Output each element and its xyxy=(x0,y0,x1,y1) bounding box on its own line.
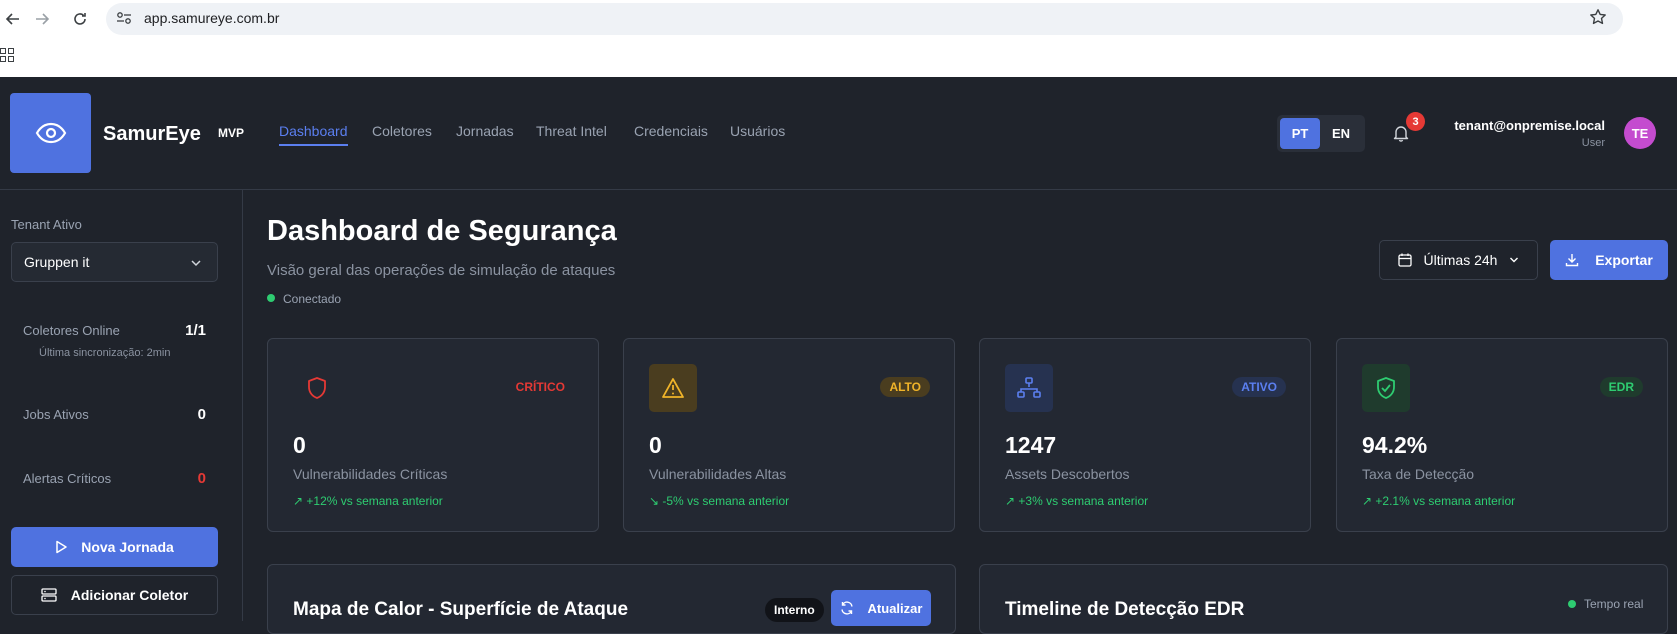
network-icon xyxy=(1005,364,1053,412)
stat-card-critical[interactable]: CRÍTICO 0 Vulnerabilidades Críticas ↗ +1… xyxy=(267,338,599,532)
trend-down-icon: ↘ xyxy=(649,494,663,508)
tenant-value[interactable]: Gruppen it xyxy=(24,254,89,270)
notification-count-badge: 3 xyxy=(1406,112,1425,131)
card-label: Vulnerabilidades Críticas xyxy=(293,466,448,482)
trend-up-icon: ↗ xyxy=(293,494,307,508)
collectors-online-value: 1/1 xyxy=(185,322,206,339)
stat-card-edr[interactable]: EDR 94.2% Taxa de Detecção ↗ +2.1% vs se… xyxy=(1336,338,1668,532)
lang-en-button[interactable]: EN xyxy=(1320,118,1362,149)
back-icon[interactable] xyxy=(0,6,26,32)
browser-toolbar: app.samureye.com.br xyxy=(0,0,1677,38)
nav-usuarios[interactable]: Usuários xyxy=(730,123,785,139)
reload-icon[interactable] xyxy=(67,6,93,32)
status-badge: EDR xyxy=(1599,377,1643,397)
apps-grid-icon[interactable] xyxy=(0,48,14,62)
trend-up-icon: ↗ xyxy=(1005,494,1019,508)
heatmap-title: Mapa de Calor - Superfície de Ataque xyxy=(293,599,629,620)
card-value: 1247 xyxy=(1005,432,1057,458)
warning-icon xyxy=(649,364,697,412)
tenant-label: Tenant Ativo xyxy=(11,217,82,232)
critical-alerts-label: Alertas Críticos xyxy=(23,471,112,486)
card-label: Assets Descobertos xyxy=(1005,466,1130,482)
realtime-status-text: Tempo real xyxy=(1584,597,1644,611)
bookmark-star-icon[interactable] xyxy=(1588,8,1608,28)
trend-up-icon: ↗ xyxy=(1362,494,1376,508)
time-range-label: Últimas 24h xyxy=(1423,252,1498,268)
nav-threat-intel[interactable]: Threat Intel xyxy=(536,123,607,139)
eye-icon xyxy=(35,122,66,144)
forward-icon[interactable] xyxy=(29,6,55,32)
user-email[interactable]: tenant@onpremise.local xyxy=(1449,118,1605,133)
app-header xyxy=(0,77,1677,190)
stat-card-assets[interactable]: ATIVO 1247 Assets Descobertos ↗ +3% vs s… xyxy=(979,338,1311,532)
severity-badge: ALTO xyxy=(880,377,930,397)
last-sync-text: Última sincronização: 2min xyxy=(39,347,171,359)
critical-alerts-value: 0 xyxy=(197,470,206,487)
card-trend: ↗ +3% vs semana anterior xyxy=(1005,494,1149,508)
brand-name: SamurEye xyxy=(103,123,201,145)
nav-credenciais[interactable]: Credenciais xyxy=(634,123,708,139)
card-label: Vulnerabilidades Altas xyxy=(649,466,787,482)
card-value: 0 xyxy=(293,432,306,458)
export-label: Exportar xyxy=(1595,252,1653,268)
mvp-badge: MVP xyxy=(218,126,245,140)
nav-dashboard[interactable]: Dashboard xyxy=(279,123,348,139)
avatar[interactable]: TE xyxy=(1624,117,1656,149)
realtime-status-dot xyxy=(1568,600,1576,608)
export-button[interactable]: Exportar xyxy=(1550,240,1668,280)
card-trend: ↗ +12% vs semana anterior xyxy=(293,494,443,508)
card-value: 94.2% xyxy=(1362,432,1428,458)
server-icon xyxy=(41,588,57,602)
card-trend: ↘ -5% vs semana anterior xyxy=(649,494,790,508)
url-text[interactable]: app.samureye.com.br xyxy=(144,10,279,26)
active-jobs-label: Jobs Ativos xyxy=(23,407,89,422)
connection-status-text: Conectado xyxy=(283,292,342,306)
scope-tag[interactable]: Interno xyxy=(765,598,824,622)
card-label: Taxa de Detecção xyxy=(1362,466,1475,482)
stat-card-high[interactable]: ALTO 0 Vulnerabilidades Altas ↘ -5% vs s… xyxy=(623,338,955,532)
add-collector-button[interactable]: Adicionar Coletor xyxy=(11,575,218,615)
play-icon xyxy=(56,540,67,554)
refresh-icon xyxy=(840,601,853,615)
add-collector-label: Adicionar Coletor xyxy=(70,587,189,603)
shield-icon xyxy=(293,364,341,412)
new-journey-label: Nova Jornada xyxy=(81,539,174,555)
nav-coletores[interactable]: Coletores xyxy=(372,123,432,139)
card-value: 0 xyxy=(649,432,662,458)
calendar-icon xyxy=(1397,253,1412,267)
logo[interactable] xyxy=(10,93,91,173)
page-title: Dashboard de Segurança xyxy=(267,215,617,247)
card-trend: ↗ +2.1% vs semana anterior xyxy=(1362,494,1516,508)
download-icon xyxy=(1566,254,1579,267)
active-jobs-value: 0 xyxy=(197,406,206,423)
severity-badge: CRÍTICO xyxy=(515,380,565,394)
new-journey-button[interactable]: Nova Jornada xyxy=(11,527,218,567)
page-subtitle: Visão geral das operações de simulação d… xyxy=(267,262,616,279)
timeline-panel: Timeline de Detecção EDR Tempo real xyxy=(979,564,1668,634)
address-bar[interactable] xyxy=(106,3,1623,35)
lang-pt-button[interactable]: PT xyxy=(1280,118,1320,149)
refresh-label: Atualizar xyxy=(867,600,923,616)
nav-jornadas[interactable]: Jornadas xyxy=(456,123,514,139)
heatmap-panel: Mapa de Calor - Superfície de Ataque Int… xyxy=(267,564,956,634)
collectors-online-label: Coletores Online xyxy=(23,323,120,338)
user-role: User xyxy=(1581,137,1605,149)
connection-status-dot xyxy=(267,294,275,302)
chevron-down-icon xyxy=(1510,257,1519,263)
timeline-title: Timeline de Detecção EDR xyxy=(1005,599,1245,620)
chevron-down-icon[interactable] xyxy=(190,256,202,268)
nav-active-indicator xyxy=(279,144,348,146)
shield-check-icon xyxy=(1362,364,1410,412)
time-range-select[interactable]: Últimas 24h xyxy=(1379,240,1538,280)
site-settings-icon[interactable] xyxy=(116,11,132,25)
status-badge: ATIVO xyxy=(1232,377,1286,397)
bookmarks-bar xyxy=(0,38,1677,77)
